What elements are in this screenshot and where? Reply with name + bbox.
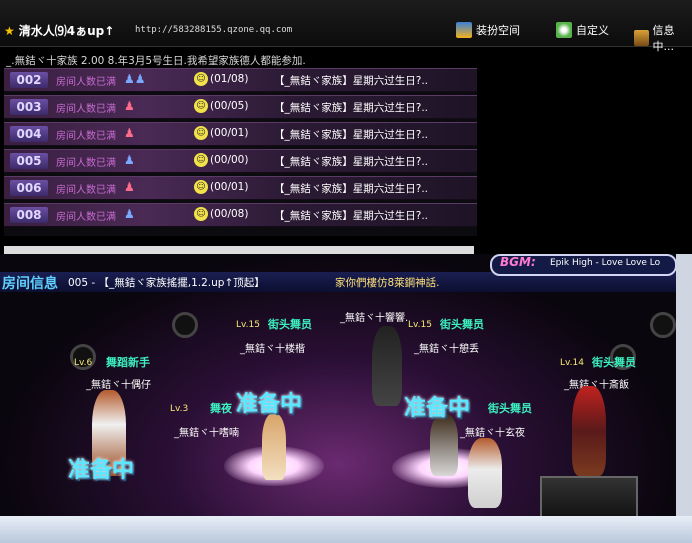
player-job: 舞夜	[210, 402, 232, 415]
room-number: 008	[10, 207, 48, 223]
browser-topbar: ★ 清水人⑼4ぁup↑ http://583288155.qzone.qq.com…	[0, 0, 692, 53]
scrollbar[interactable]	[4, 246, 474, 254]
player-avatar[interactable]	[572, 386, 606, 476]
player-job: 街头舞员	[268, 318, 312, 331]
smile-icon: ☺	[194, 153, 208, 167]
player-name[interactable]: _無銡ヾ十嗜喃	[174, 424, 239, 439]
room-number: 006	[10, 180, 48, 196]
room-count: (00/08)	[210, 208, 249, 220]
customize-button[interactable]: 自定义	[556, 22, 609, 38]
room-row[interactable]: 006 房间人数已满 ♟ ☺ (00/01) 【_無銡ヾ家族】星期六过生日?..	[4, 176, 477, 200]
player-name[interactable]: _無銡ヾ十楼楷	[240, 340, 305, 355]
people-icon: ♟	[124, 180, 135, 194]
room-status: 房间人数已满	[56, 104, 116, 115]
people-icon: ♟	[124, 99, 135, 113]
room-name: 【_無銡ヾ家族】星期六过生日?..	[274, 129, 428, 141]
people-icon: ♟♟	[124, 72, 146, 86]
room-list: 002 房间人数已满 ♟♟ ☺ (01/08) 【_無銡ヾ家族】星期六过生日?.…	[4, 68, 477, 236]
people-icon: ♟	[124, 126, 135, 140]
bgm-panel: BGM: Epik High - Love Love Lo	[490, 254, 676, 276]
room-count: (00/01)	[210, 181, 249, 193]
room-status: 房间人数已满	[56, 131, 116, 142]
game-scene: 房间信息 005 - 【_無銡ヾ家族搖擺,1.2.up↑顶起】 家你們樓仿8萊鋼…	[0, 254, 676, 516]
room-name: 【_無銡ヾ家族】星期六过生日?..	[274, 183, 428, 195]
family-notice: _.無銡ヾ十家族 2.00 8.年3月5号生日.我希望家族德人都能参加.	[6, 55, 306, 67]
player-level: Lv.15	[236, 320, 260, 330]
scrollbar[interactable]	[676, 254, 692, 516]
player-avatar[interactable]	[468, 438, 502, 508]
bottom-decoration	[0, 516, 692, 543]
ready-status: 准备中	[236, 392, 303, 417]
room-name: 【_無銡ヾ家族】星期六过生日?..	[274, 210, 428, 222]
room-status: 房间人数已满	[56, 185, 116, 196]
room-row[interactable]: 008 房间人数已满 ♟ ☺ (00/08) 【_無銡ヾ家族】星期六过生日?..	[4, 203, 477, 227]
smile-icon: ☺	[194, 180, 208, 194]
room-status: 房间人数已满	[56, 158, 116, 169]
bgm-label: BGM:	[500, 255, 536, 269]
star-icon: ★	[4, 24, 15, 38]
ready-status: 准备中	[404, 396, 471, 421]
player-avatar[interactable]	[430, 414, 458, 476]
dj-turntable	[540, 476, 638, 516]
player-level: Lv.14	[560, 358, 584, 368]
people-icon: ♟	[124, 153, 135, 167]
room-count: (00/05)	[210, 100, 249, 112]
room-row[interactable]: 003 房间人数已满 ♟ ☺ (00/05) 【_無銡ヾ家族】星期六过生日?..	[4, 95, 477, 119]
player-job: 街头舞员	[592, 356, 636, 369]
smile-icon: ☺	[194, 99, 208, 113]
url-text[interactable]: http://583288155.qzone.qq.com	[135, 25, 292, 35]
smile-icon: ☺	[194, 126, 208, 140]
player-job: 街头舞员	[440, 318, 484, 331]
window-title: ★ 清水人⑼4ぁup↑	[4, 24, 115, 38]
player-avatar[interactable]	[372, 326, 402, 406]
ready-status: 准备中	[68, 458, 135, 483]
room-count: (00/01)	[210, 127, 249, 139]
player-name[interactable]: _無銡ヾ十玄夜	[460, 424, 525, 439]
dress-space-button[interactable]: 装扮空间	[456, 22, 520, 38]
room-number: 004	[10, 126, 48, 142]
room-row[interactable]: 005 房间人数已满 ♟ ☺ (00/00) 【_無銡ヾ家族】星期六过生日?..	[4, 149, 477, 173]
room-info-label: 房间信息	[2, 276, 58, 292]
dress-icon	[456, 22, 472, 38]
player-name[interactable]: _無銡ヾ十憩丢	[414, 340, 479, 355]
info-icon	[634, 30, 649, 46]
player-job: 舞蹈新手	[106, 356, 150, 369]
room-number: 003	[10, 99, 48, 115]
player-level: Lv.15	[408, 320, 432, 330]
room-info-text2: 家你們樓仿8萊鋼神話.	[335, 277, 440, 289]
bgm-song: Epik High - Love Love Lo	[550, 258, 661, 268]
room-info-text: 005 - 【_無銡ヾ家族搖擺,1.2.up↑顶起】	[68, 277, 265, 289]
room-status: 房间人数已满	[56, 212, 116, 223]
customize-icon	[556, 22, 572, 38]
smile-icon: ☺	[194, 207, 208, 221]
room-name: 【_無銡ヾ家族】星期六过生日?..	[274, 156, 428, 168]
center-player-name: _無銡ヾ十響響.	[340, 313, 409, 324]
room-number: 002	[10, 72, 48, 88]
smile-icon: ☺	[194, 72, 208, 86]
speaker-icon	[172, 312, 198, 338]
player-level: Lv.6	[74, 358, 93, 368]
player-job: 街头舞员	[488, 402, 532, 415]
people-icon: ♟	[124, 207, 135, 221]
player-name[interactable]: _無銡ヾ十偶仔	[86, 376, 151, 391]
room-name: 【_無銡ヾ家族】星期六过生日?..	[274, 102, 428, 114]
room-count: (00/00)	[210, 154, 249, 166]
room-name: 【_無銡ヾ家族】星期六过生日?..	[274, 75, 428, 87]
info-center-button[interactable]: 信息中...	[634, 22, 692, 54]
room-status: 房间人数已满	[56, 77, 116, 88]
player-level: Lv.3	[170, 404, 189, 414]
speaker-icon	[650, 312, 676, 338]
room-row[interactable]: 004 房间人数已满 ♟ ☺ (00/01) 【_無銡ヾ家族】星期六过生日?..	[4, 122, 477, 146]
room-row[interactable]: 002 房间人数已满 ♟♟ ☺ (01/08) 【_無銡ヾ家族】星期六过生日?.…	[4, 68, 477, 92]
player-avatar[interactable]	[262, 414, 286, 480]
room-count: (01/08)	[210, 73, 249, 85]
room-number: 005	[10, 153, 48, 169]
